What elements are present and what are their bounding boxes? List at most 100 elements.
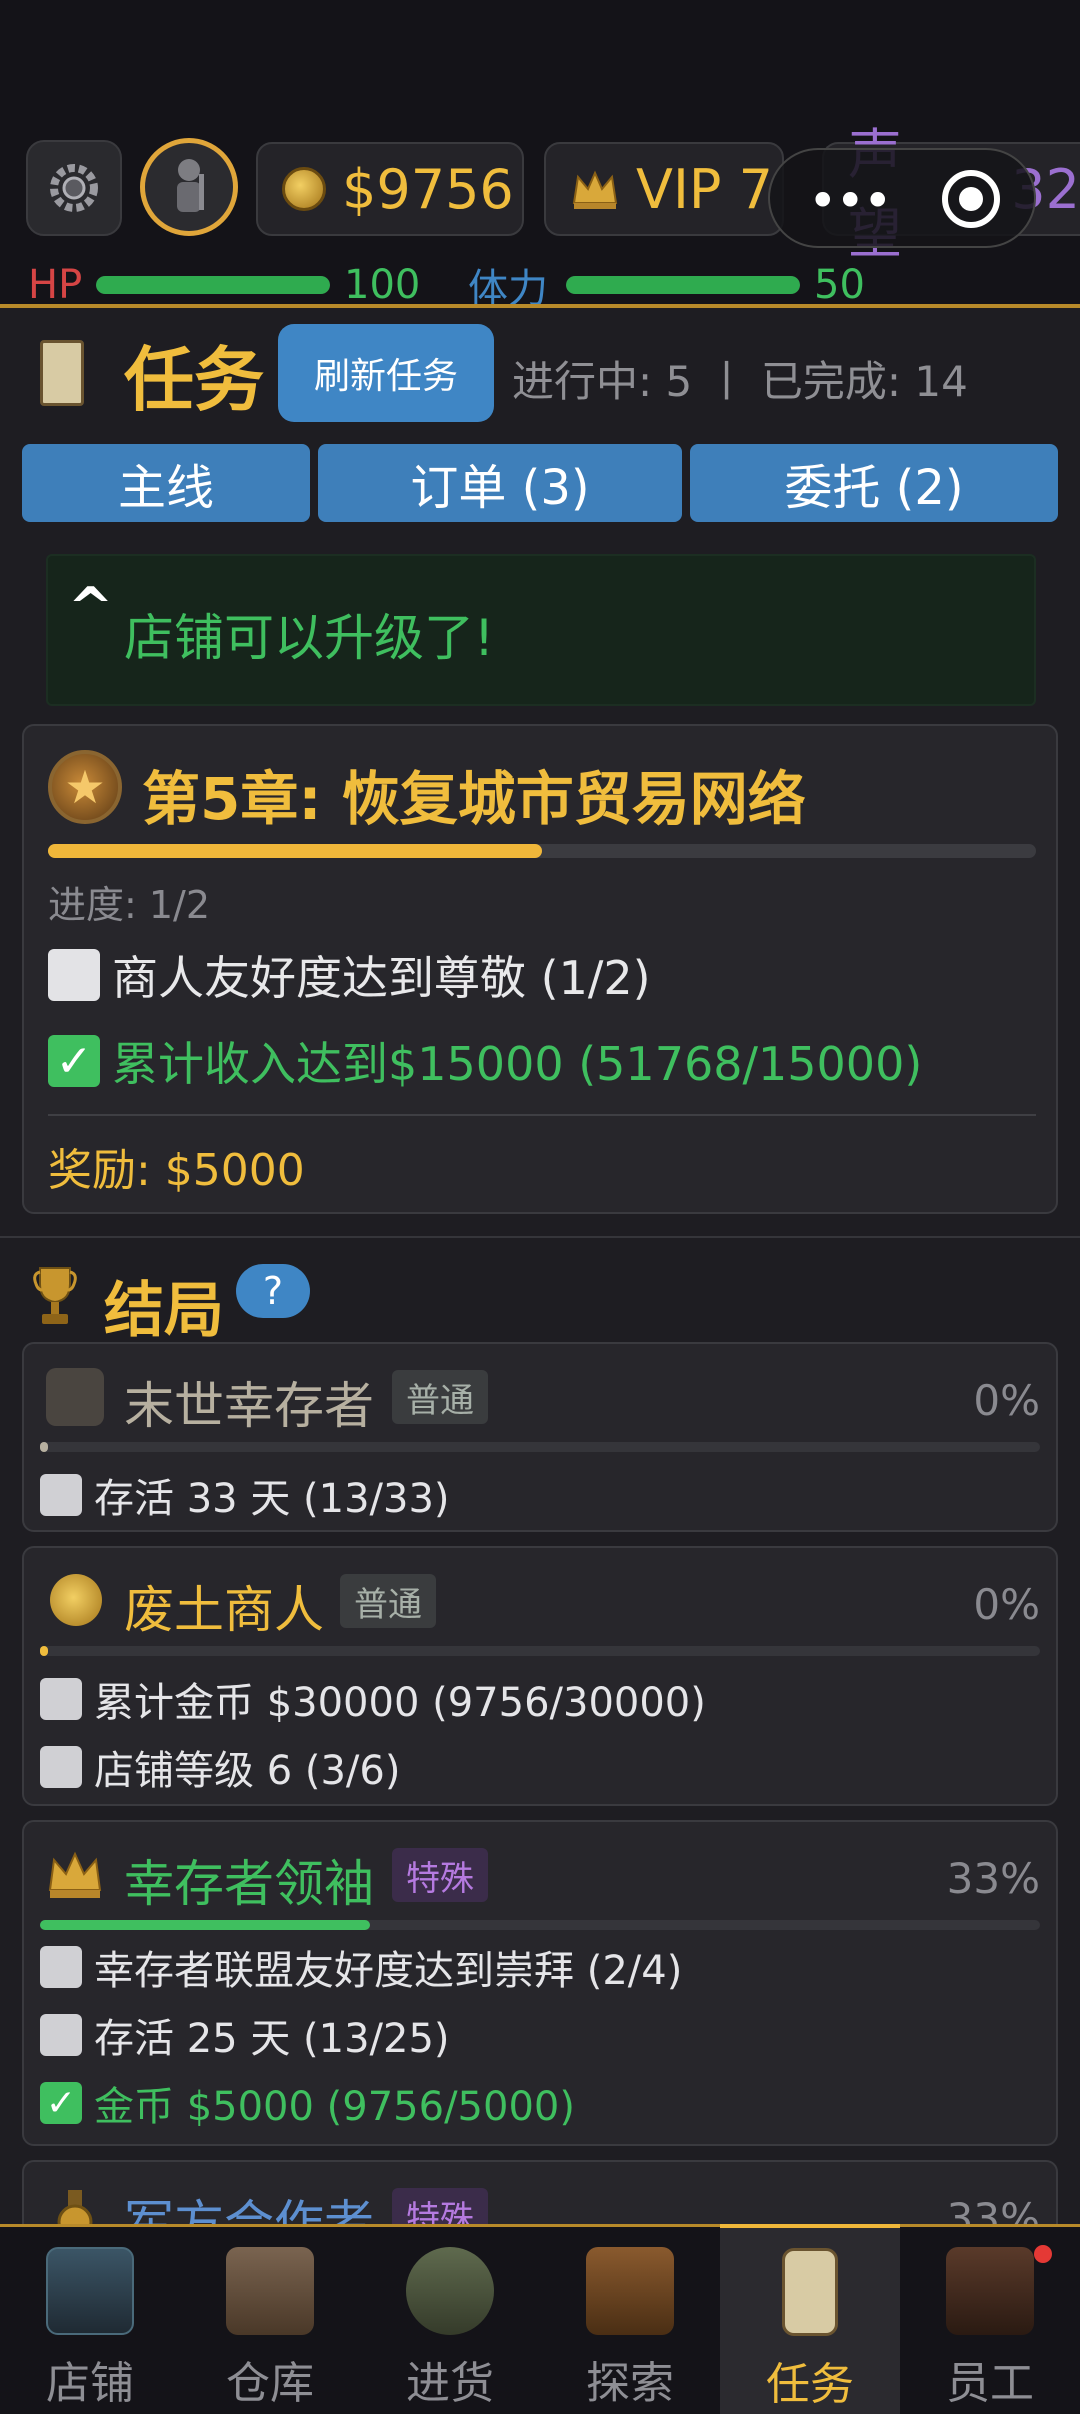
gear-icon	[50, 164, 98, 212]
tab-main[interactable]: 主线	[22, 444, 310, 522]
ending-progress-fill	[40, 1920, 370, 1930]
crown-icon	[572, 170, 618, 209]
ending-percent: 33%	[946, 1854, 1040, 1903]
nav-label: 探索	[586, 2358, 674, 2409]
more-dots-icon[interactable]: •••	[808, 172, 892, 230]
hp-bar	[96, 276, 330, 294]
trophy-icon	[33, 1267, 77, 1324]
ending-requirement: 存活 25 天 (13/25)	[40, 2006, 450, 2064]
nav-warehouse[interactable]: 仓库	[180, 2227, 360, 2414]
hp-value: 100	[344, 262, 421, 308]
ending-card[interactable]: 幸存者领袖 特殊 33% 幸存者联盟友好度达到崇拜 (2/4) 存活 25 天 …	[22, 1820, 1058, 2146]
star-medal-icon: ★	[48, 750, 122, 824]
checkbox-unchecked	[40, 1746, 82, 1788]
refresh-tasks-button[interactable]: 刷新任务	[278, 324, 494, 422]
checkbox-unchecked	[48, 949, 100, 1001]
ending-progress-fill	[40, 1646, 48, 1656]
settings-gear-button[interactable]	[26, 140, 122, 236]
chapter-card: ★ 第5章: 恢复城市贸易网络 进度: 1/2 商人友好度达到尊敬 (1/2) …	[22, 724, 1058, 1214]
ruined-house-icon	[46, 1368, 104, 1426]
divider	[48, 1114, 1036, 1116]
hp-label: HP	[28, 262, 83, 308]
ending-requirement: ✓ 金币 $5000 (9756/5000)	[40, 2074, 575, 2132]
endings-title: 结局	[104, 1276, 224, 1346]
nav-explore[interactable]: 探索	[540, 2227, 720, 2414]
ending-progress-bar	[40, 1442, 1040, 1452]
chapter-reward: 奖励: $5000	[48, 1145, 305, 1196]
nav-tasks[interactable]: 任务	[720, 2224, 900, 2414]
tab-commissions[interactable]: 委托 (2)	[690, 444, 1058, 522]
nav-staff[interactable]: 员工	[900, 2227, 1080, 2414]
ending-progress-bar	[40, 1920, 1040, 1930]
requirement-text: 存活 25 天 (13/25)	[94, 2016, 450, 2062]
truck-icon	[406, 2247, 494, 2335]
tab-orders[interactable]: 订单 (3)	[318, 444, 682, 522]
skull-coin-icon	[50, 1574, 102, 1626]
warehouse-icon	[226, 2247, 314, 2335]
player-avatar[interactable]	[140, 138, 238, 236]
checkbox-unchecked	[40, 1946, 82, 1988]
requirement-text: 累计金币 $30000 (9756/30000)	[94, 1680, 706, 1726]
vip-value: VIP 7	[636, 157, 773, 221]
checkbox-unchecked	[40, 1678, 82, 1720]
ending-name: 幸存者领袖	[124, 1855, 374, 1913]
quest-scroll-icon	[40, 340, 84, 406]
section-divider	[0, 1236, 1080, 1238]
collapse-caret-icon[interactable]: ^	[68, 576, 113, 639]
miniprogram-capsule[interactable]: •••	[768, 148, 1036, 248]
ending-percent: 0%	[973, 1376, 1040, 1425]
crown-icon	[48, 1851, 102, 1898]
ending-name: 废土商人	[124, 1581, 324, 1639]
task-header: 任务 刷新任务 进行中: 5 丨 已完成: 14	[0, 308, 1080, 438]
rarity-tag: 特殊	[392, 1848, 488, 1902]
ending-requirement: 店铺等级 6 (3/6)	[40, 1738, 400, 1796]
requirement-text: 金币 $5000 (9756/5000)	[94, 2084, 575, 2130]
chapter-progress-fill	[48, 844, 542, 858]
checkbox-checked-icon: ✓	[48, 1035, 100, 1087]
nav-purchase[interactable]: 进货	[360, 2227, 540, 2414]
skull-coin-icon	[282, 167, 326, 211]
top-bar: $9756 VIP 7 声望 32 ••• HP 100 体力 50	[0, 118, 1080, 312]
survivor-avatar-icon	[177, 159, 204, 212]
nav-label: 进货	[406, 2358, 494, 2409]
nav-label: 店铺	[46, 2358, 134, 2409]
vip-chip[interactable]: VIP 7	[544, 142, 784, 236]
rarity-tag: 普通	[392, 1370, 488, 1424]
quest-scroll-icon	[782, 2248, 838, 2336]
chapter-objective: 商人友好度达到尊敬 (1/2)	[48, 942, 651, 1008]
ending-name: 末世幸存者	[124, 1377, 374, 1435]
nav-store[interactable]: 店铺	[0, 2227, 180, 2414]
endings-header: 结局 ?	[0, 1240, 1080, 1350]
money-value: $9756	[342, 157, 514, 221]
nav-label: 任务	[766, 2359, 854, 2410]
chapter-title: 第5章: 恢复城市贸易网络	[142, 765, 806, 833]
hp-bar-fill	[96, 276, 330, 294]
stamina-bar-fill	[566, 276, 800, 294]
upgrade-notice[interactable]: ^ 店铺可以升级了!	[46, 554, 1036, 706]
close-target-icon[interactable]	[942, 170, 1000, 228]
ending-requirement: 幸存者联盟友好度达到崇拜 (2/4)	[40, 1938, 682, 1996]
task-tabs: 主线 订单 (3) 委托 (2)	[22, 444, 1058, 522]
requirement-text: 幸存者联盟友好度达到崇拜 (2/4)	[94, 1948, 683, 1994]
nav-label: 员工	[946, 2358, 1034, 2409]
bottom-nav: 店铺 仓库 进货 探索 任务 员工	[0, 2224, 1080, 2414]
chapter-progress-bar	[48, 844, 1036, 858]
checkbox-unchecked	[40, 1474, 82, 1516]
map-icon	[586, 2247, 674, 2335]
objective-text: 商人友好度达到尊敬 (1/2)	[112, 951, 651, 1005]
chapter-progress-text: 进度: 1/2	[48, 883, 211, 927]
store-icon	[46, 2247, 134, 2335]
staff-icon	[946, 2247, 1034, 2335]
chapter-objective: ✓ 累计收入达到$15000 (51768/15000)	[48, 1028, 922, 1094]
ending-requirement: 存活 33 天 (13/33)	[40, 1466, 450, 1524]
ending-card[interactable]: 末世幸存者 普通 0% 存活 33 天 (13/33)	[22, 1342, 1058, 1532]
notification-dot	[1034, 2245, 1052, 2263]
nav-label: 仓库	[226, 2358, 314, 2409]
checkbox-unchecked	[40, 2014, 82, 2056]
notice-text: 店铺可以升级了!	[124, 609, 495, 667]
ending-card[interactable]: 废土商人 普通 0% 累计金币 $30000 (9756/30000) 店铺等级…	[22, 1546, 1058, 1806]
money-chip[interactable]: $9756	[256, 142, 524, 236]
objective-text: 累计收入达到$15000 (51768/15000)	[112, 1037, 923, 1091]
help-button[interactable]: ?	[236, 1264, 310, 1318]
stamina-bar	[566, 276, 800, 294]
